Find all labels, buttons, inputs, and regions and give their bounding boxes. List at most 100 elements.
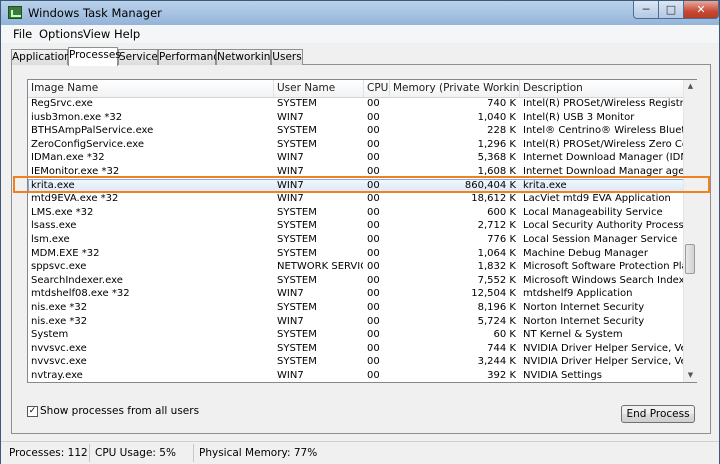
cell-cpu: 00 <box>367 125 380 137</box>
cell-mem: 60 K <box>493 329 516 341</box>
cell-cpu: 00 <box>367 261 380 273</box>
maximize-button[interactable]: □ <box>658 1 684 19</box>
table-row[interactable]: nvtray.exe WIN7 00 392 K NVIDIA Settings <box>28 369 684 382</box>
status-cpu: CPU Usage: 5% <box>95 447 176 459</box>
cell-desc: LacViet mtd9 EVA Application <box>523 193 671 205</box>
cell-mem: 8,196 K <box>477 302 516 313</box>
cell-name: RegSrvc.exe <box>31 98 93 109</box>
table-row[interactable]: ZeroConfigService.exe SYSTEM 00 1,296 K Inte… <box>28 138 684 152</box>
cell-user: SYSTEM <box>277 342 317 354</box>
cell-desc: Microsoft Windows Search Indexer <box>523 274 684 286</box>
cell-mem: 5,724 K <box>477 315 516 327</box>
table-row[interactable]: BTHSAmpPalService.exe SYSTEM 00 228 K Intel®… <box>28 124 684 138</box>
column-image-name[interactable]: Image Name <box>28 80 274 97</box>
end-process-button[interactable]: End Process <box>621 405 695 423</box>
show-all-users-checkbox[interactable]: ✓ <box>27 406 38 417</box>
cell-user: SYSTEM <box>277 206 317 218</box>
cell-mem: 1,296 K <box>477 138 516 150</box>
cell-cpu: 00 <box>367 315 380 327</box>
cell-name: nvvsvc.exe <box>31 356 87 368</box>
cell-cpu: 00 <box>367 206 380 218</box>
tab-processes[interactable]: Processes <box>68 47 121 66</box>
status-memory: Physical Memory: 77% <box>199 447 318 459</box>
cell-user: SYSTEM <box>277 98 317 109</box>
tab-services[interactable]: Services <box>118 49 163 65</box>
menu-file[interactable]: File <box>13 27 32 41</box>
cell-name: SearchIndexer.exe <box>31 274 123 286</box>
cell-name: MDM.EXE *32 <box>31 247 100 259</box>
table-row[interactable]: nis.exe *32 SYSTEM 00 8,196 K Norton Interne… <box>28 301 684 315</box>
cell-user: SYSTEM <box>277 302 317 313</box>
cell-user: SYSTEM <box>277 125 317 137</box>
cell-desc: Intel® Centrino® Wireless Bluetooth® + <box>523 125 684 137</box>
table-row[interactable]: mtdshelf08.exe *32 WIN7 00 12,504 K mtdshelf… <box>28 287 684 301</box>
tab-users[interactable]: Users <box>271 49 303 65</box>
table-row[interactable]: SearchIndexer.exe SYSTEM 00 7,552 K Microsof… <box>28 274 684 288</box>
title-bar[interactable]: Windows Task Manager ─ □ ✕ <box>1 1 719 25</box>
table-row[interactable]: RegSrvc.exe SYSTEM 00 740 K Intel(R) PROSet/… <box>28 97 684 111</box>
table-row[interactable]: sppsvc.exe NETWORK SERVICE 00 1,832 K Micros… <box>28 260 684 274</box>
cell-user: WIN7 <box>277 315 304 327</box>
tab-networking[interactable]: Networking <box>216 49 277 65</box>
cell-desc: Intel(R) PROSet/Wireless Registry Servic… <box>523 98 684 109</box>
tab-performance[interactable]: Performance <box>158 49 226 65</box>
close-button[interactable]: ✕ <box>683 1 719 19</box>
process-list[interactable]: Image Name User Name CPU Memory (Private… <box>27 79 697 383</box>
status-processes: Processes: 112 <box>9 447 88 459</box>
scroll-down-icon[interactable]: ▼ <box>684 369 697 382</box>
cell-desc: Local Session Manager Service <box>523 234 678 245</box>
cell-desc: Machine Debug Manager <box>523 247 648 259</box>
cell-mem: 1,064 K <box>477 247 516 259</box>
cell-name: mtdshelf08.exe *32 <box>31 288 130 300</box>
cell-cpu: 00 <box>367 234 380 245</box>
column-cpu[interactable]: CPU <box>364 80 390 97</box>
cell-desc: Intel(R) PROSet/Wireless Zero Configure … <box>523 138 684 150</box>
cell-cpu: 00 <box>367 288 380 300</box>
table-row[interactable]: lsass.exe SYSTEM 00 2,712 K Local Security A… <box>28 219 684 233</box>
table-row[interactable]: iusb3mon.exe *32 WIN7 00 1,040 K Intel(R) US… <box>28 111 684 125</box>
column-user-name[interactable]: User Name <box>274 80 364 97</box>
cell-user: WIN7 <box>277 288 304 300</box>
list-header: Image Name User Name CPU Memory (Private… <box>28 80 684 98</box>
table-row[interactable]: IDMan.exe *32 WIN7 00 5,368 K Internet Downl… <box>28 151 684 165</box>
cell-name: nvvsvc.exe <box>31 342 87 354</box>
column-memory[interactable]: Memory (Private Working Set) <box>390 80 520 97</box>
table-row[interactable]: mtd9EVA.exe *32 WIN7 00 18,612 K LacViet mtd… <box>28 192 684 206</box>
tab-applications[interactable]: Applications <box>11 49 76 65</box>
minimize-button[interactable]: ─ <box>633 1 659 19</box>
cell-desc: NT Kernel & System <box>523 329 623 341</box>
table-row[interactable]: lsm.exe SYSTEM 00 776 K Local Session Manage… <box>28 233 684 247</box>
cell-user: SYSTEM <box>277 138 317 150</box>
cell-cpu: 00 <box>367 356 380 368</box>
table-row[interactable]: nvvsvc.exe SYSTEM 00 744 K NVIDIA Driver Hel… <box>28 342 684 356</box>
cell-cpu: 00 <box>367 220 380 232</box>
table-row[interactable]: MDM.EXE *32 SYSTEM 00 1,064 K Machine Debug … <box>28 247 684 261</box>
vertical-scrollbar[interactable]: ▲ ▼ <box>683 80 697 382</box>
cell-user: WIN7 <box>277 193 304 205</box>
cell-desc: mtdshelf9 Application <box>523 288 633 300</box>
cell-desc: Norton Internet Security <box>523 302 645 313</box>
column-description[interactable]: Description <box>520 80 684 97</box>
cell-name: lsm.exe <box>31 234 70 245</box>
table-row[interactable]: System SYSTEM 00 60 K NT Kernel & System <box>28 328 684 342</box>
show-all-users-label[interactable]: Show processes from all users <box>40 405 199 417</box>
menu-view[interactable]: View <box>83 27 110 41</box>
cell-mem: 7,552 K <box>477 274 516 286</box>
cell-mem: 5,368 K <box>477 152 516 164</box>
table-row[interactable]: nvvsvc.exe SYSTEM 00 3,244 K NVIDIA Driver H… <box>28 355 684 369</box>
cell-mem: 3,244 K <box>477 356 516 368</box>
table-row[interactable]: LMS.exe *32 SYSTEM 00 600 K Local Manageabil… <box>28 206 684 220</box>
cell-cpu: 00 <box>367 193 380 205</box>
cell-cpu: 00 <box>367 302 380 313</box>
table-row[interactable]: nis.exe *32 WIN7 00 5,724 K Norton Internet … <box>28 315 684 329</box>
cell-user: SYSTEM <box>277 220 317 232</box>
cell-desc: NVIDIA Driver Helper Service, Version 31 <box>523 356 684 368</box>
cell-cpu: 00 <box>367 98 380 109</box>
cell-user: NETWORK SERVICE <box>277 261 363 273</box>
scroll-up-icon[interactable]: ▲ <box>684 80 697 93</box>
menu-help[interactable]: Help <box>114 27 140 41</box>
menu-options[interactable]: Options <box>39 27 83 41</box>
scroll-thumb[interactable] <box>685 244 695 274</box>
cell-desc: Intel(R) USB 3 Monitor <box>523 111 635 123</box>
status-bar: Processes: 112 CPU Usage: 5% Physical Me… <box>1 441 719 464</box>
